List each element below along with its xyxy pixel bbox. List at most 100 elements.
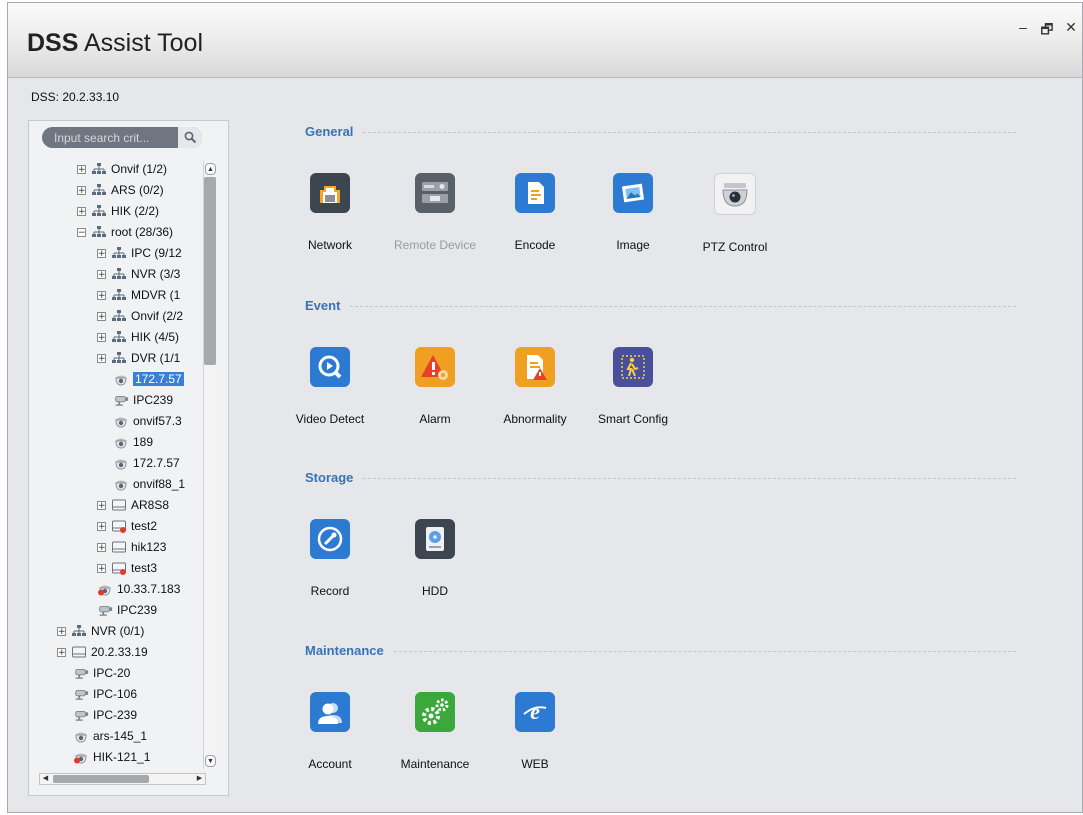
expand-icon[interactable]: +	[97, 269, 106, 279]
search-input[interactable]	[52, 129, 174, 146]
expand-icon[interactable]: +	[77, 185, 86, 195]
tree-node[interactable]: + ARS (0/2)	[77, 180, 164, 200]
expand-icon[interactable]: +	[97, 332, 106, 342]
scroll-up-arrow-icon[interactable]: ▲	[205, 163, 216, 175]
tree-node[interactable]: + AR8S8	[97, 495, 169, 515]
tree-node[interactable]: + Onvif (1/2)	[77, 159, 167, 179]
tree-node[interactable]: HIK-121_1	[73, 747, 150, 767]
tree-node[interactable]: + Onvif (2/2	[97, 306, 183, 326]
tree-node[interactable]: IPC-106	[73, 684, 137, 704]
encode-icon	[515, 173, 555, 213]
tile-label: Alarm	[419, 412, 451, 426]
dome-camera-icon	[113, 456, 129, 470]
video-detect-button[interactable]: Video Detect	[275, 347, 385, 426]
dome-camera-offline-icon	[73, 750, 89, 764]
minimize-button[interactable]: –	[1016, 19, 1030, 43]
tree-node-label: DVR (1/1	[131, 351, 181, 365]
expand-icon[interactable]: +	[77, 164, 86, 174]
expand-icon[interactable]: +	[97, 311, 106, 321]
tree-horizontal-scrollbar[interactable]: ◀ ▶	[39, 773, 206, 785]
tree-node-label: AR8S8	[131, 498, 170, 512]
horizontal-scroll-thumb[interactable]	[53, 775, 149, 783]
tile-label: PTZ Control	[702, 240, 768, 254]
tree-node[interactable]: + hik123	[97, 537, 166, 557]
hdd-icon	[415, 519, 455, 559]
expand-icon[interactable]: +	[97, 353, 106, 363]
tree-node[interactable]: ars-145_1	[73, 726, 147, 746]
tree-node[interactable]: + NVR (0/1)	[57, 621, 144, 641]
expand-icon[interactable]: +	[97, 542, 106, 552]
tree-node[interactable]: + MDVR (1	[97, 285, 180, 305]
tree-node-label: HIK (4/5)	[131, 330, 180, 344]
tree-node[interactable]: + test2	[97, 516, 157, 536]
network-icon	[310, 173, 350, 213]
section-divider	[393, 651, 1016, 652]
hdd-button[interactable]: HDD	[380, 519, 490, 598]
tree-node[interactable]: IPC-20	[73, 663, 130, 683]
encode-button[interactable]: Encode	[480, 173, 590, 252]
tree-node[interactable]: 172.7.57	[113, 369, 184, 389]
tree-vertical-scrollbar[interactable]: ▲ ▼	[203, 161, 217, 769]
recorder-icon	[71, 645, 87, 659]
maintenance-icon	[415, 692, 455, 732]
abnormality-icon	[515, 347, 555, 387]
scroll-right-arrow-icon[interactable]: ▶	[194, 774, 205, 784]
scroll-thumb[interactable]	[204, 177, 216, 365]
alarm-button[interactable]: Alarm	[380, 347, 490, 426]
tree-node[interactable]: + test3	[97, 558, 157, 578]
image-button[interactable]: Image	[578, 173, 688, 252]
tree-node[interactable]: 10.33.7.183	[97, 579, 180, 599]
restore-button[interactable]: 🗗	[1040, 19, 1054, 43]
search-button[interactable]	[178, 127, 202, 148]
tree-node[interactable]: IPC239	[97, 600, 157, 620]
expand-icon[interactable]: +	[97, 248, 106, 258]
tile-label: Record	[310, 584, 350, 598]
tree-node[interactable]: + NVR (3/3	[97, 264, 180, 284]
tree-node-label: NVR (0/1)	[91, 624, 145, 638]
expand-icon[interactable]: +	[57, 626, 66, 636]
expand-icon[interactable]: +	[77, 206, 86, 216]
tree-node[interactable]: + HIK (4/5)	[97, 327, 179, 347]
expand-icon[interactable]: +	[57, 647, 66, 657]
bullet-camera-icon	[73, 708, 89, 722]
dome-camera-icon	[113, 372, 129, 386]
network-button[interactable]: Network	[275, 173, 385, 252]
tree-node[interactable]: 172.7.57	[113, 453, 180, 473]
tile-label: HDD	[422, 584, 448, 598]
smart-config-button[interactable]: Smart Config	[578, 347, 688, 426]
web-button[interactable]: e WEB	[480, 692, 590, 771]
record-button[interactable]: Record	[275, 519, 385, 598]
tree-node[interactable]: 189	[113, 432, 153, 452]
tree-node[interactable]: − root (28/36)	[77, 222, 173, 242]
tile-label: Video Detect	[295, 412, 365, 426]
collapse-icon[interactable]: −	[77, 227, 86, 237]
ptz-control-button[interactable]: PTZ Control	[680, 173, 790, 254]
dome-camera-icon	[113, 435, 129, 449]
tree-node[interactable]: + IPC (9/12	[97, 243, 182, 263]
tree-node-label: HIK (2/2)	[111, 204, 160, 218]
expand-icon[interactable]: +	[97, 563, 106, 573]
maintenance-button[interactable]: Maintenance	[380, 692, 490, 771]
tree-node[interactable]: onvif88_1	[113, 474, 185, 494]
expand-icon[interactable]: +	[97, 521, 106, 531]
section-title-storage: Storage	[305, 470, 354, 485]
smart-config-icon	[613, 347, 653, 387]
tree-node[interactable]: IPC-239	[73, 705, 137, 725]
expand-icon[interactable]: +	[97, 500, 106, 510]
section-title-event: Event	[305, 298, 341, 313]
tree-node[interactable]: +20.2.33.19	[57, 642, 148, 662]
tree-node-label: onvif57.3	[133, 414, 182, 428]
account-button[interactable]: Account	[275, 692, 385, 771]
scroll-left-arrow-icon[interactable]: ◀	[40, 774, 51, 784]
tree-node[interactable]: onvif57.3	[113, 411, 182, 431]
tree-node-label: IPC-239	[93, 708, 138, 722]
expand-icon[interactable]: +	[97, 290, 106, 300]
scroll-down-arrow-icon[interactable]: ▼	[205, 755, 216, 767]
tree-node[interactable]: + DVR (1/1	[97, 348, 180, 368]
close-button[interactable]: ✕	[1064, 19, 1078, 43]
tree-node[interactable]: IPC239	[113, 390, 173, 410]
search-icon	[184, 131, 196, 144]
abnormality-button[interactable]: Abnormality	[480, 347, 590, 426]
tree-node[interactable]: + HIK (2/2)	[77, 201, 159, 221]
remote-device-icon	[415, 173, 455, 213]
